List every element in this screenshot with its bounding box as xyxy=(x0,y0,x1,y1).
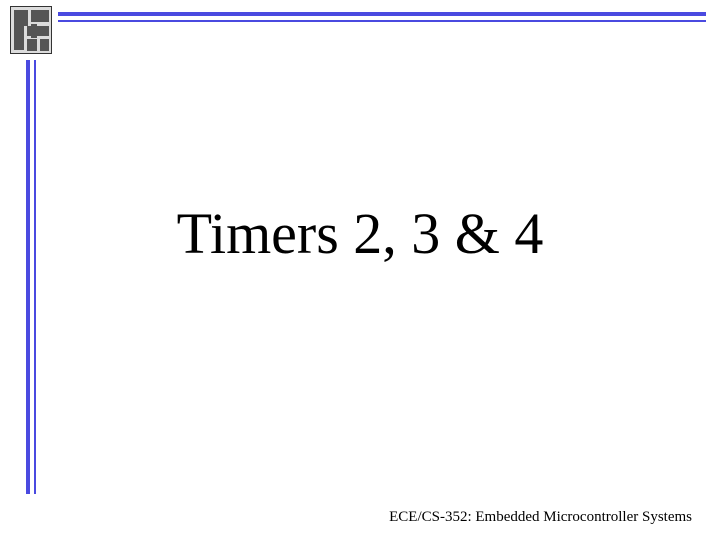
slide-container: Timers 2, 3 & 4 ECE/CS-352: Embedded Mic… xyxy=(0,0,720,540)
slide-footer: ECE/CS-352: Embedded Microcontroller Sys… xyxy=(389,509,692,526)
decor-horizontal-thin xyxy=(58,20,706,22)
logo-icon xyxy=(10,6,52,54)
decor-horizontal-thick xyxy=(58,12,706,16)
slide-title: Timers 2, 3 & 4 xyxy=(0,200,720,267)
decor-vertical-thin xyxy=(34,60,36,494)
decor-vertical-thick xyxy=(26,60,30,494)
